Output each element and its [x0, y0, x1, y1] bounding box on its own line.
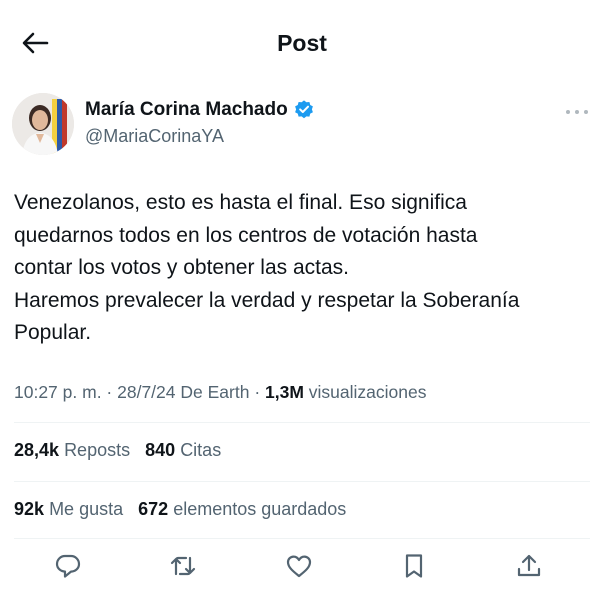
author-handle[interactable]: @MariaCorinaYA — [85, 126, 224, 147]
reposts-count: 28,4k — [14, 440, 60, 460]
bookmarks-count: 672 — [138, 499, 169, 519]
more-options-button[interactable] — [562, 97, 590, 127]
quotes-label: Citas — [180, 440, 222, 460]
divider — [14, 538, 590, 539]
avatar-image — [12, 93, 74, 155]
meta-separator: · — [249, 382, 266, 402]
reply-icon — [55, 554, 81, 578]
meta-separator: · — [101, 382, 118, 402]
divider — [14, 422, 590, 423]
views-count: 1,3M — [265, 382, 304, 402]
share-icon — [517, 554, 541, 577]
top-bar: Post — [0, 0, 590, 84]
reposts-stat[interactable]: 28,4k Reposts — [14, 440, 130, 460]
likes-label: Me gusta — [49, 499, 124, 519]
verified-badge-icon — [294, 100, 313, 119]
repost-icon — [170, 556, 196, 576]
stats-row-likes: 92k Me gusta 672 elementos guardados — [14, 499, 356, 520]
stats-row-reposts: 28,4k Reposts 840 Citas — [14, 440, 231, 461]
tweet-time[interactable]: 10:27 p. m. — [14, 382, 102, 402]
quotes-stat[interactable]: 840 Citas — [145, 440, 221, 460]
bookmarks-label: elementos guardados — [173, 499, 347, 519]
views-label: visualizaciones — [308, 382, 427, 402]
author-block: María Corina Machado @MariaCorinaYA — [12, 93, 588, 157]
tweet-text: Venezolanos, esto es hasta el final. Eso… — [14, 191, 520, 344]
quotes-count: 840 — [145, 440, 176, 460]
divider — [14, 481, 590, 482]
likes-stat[interactable]: 92k Me gusta — [14, 499, 123, 519]
bookmark-button[interactable] — [396, 548, 432, 584]
avatar[interactable] — [12, 93, 74, 155]
likes-count: 92k — [14, 499, 45, 519]
page-title: Post — [277, 30, 327, 56]
repost-button[interactable] — [165, 548, 201, 584]
like-button[interactable] — [281, 548, 317, 584]
bookmarks-stat[interactable]: 672 elementos guardados — [138, 499, 346, 519]
reply-button[interactable] — [50, 548, 86, 584]
tweet-meta: 10:27 p. m. · 28/7/24 De Earth · 1,3M vi… — [14, 382, 427, 403]
heart-icon — [286, 555, 312, 578]
share-button[interactable] — [511, 548, 547, 584]
action-bar — [0, 548, 590, 590]
bookmark-icon — [405, 554, 423, 578]
tweet-source: De Earth — [180, 382, 250, 402]
tweet-date[interactable]: 28/7/24 — [117, 382, 175, 402]
author-name-row[interactable]: María Corina Machado — [85, 99, 315, 121]
author-name: María Corina Machado — [85, 99, 288, 120]
more-horizontal-icon — [566, 110, 588, 114]
reposts-label: Reposts — [64, 440, 131, 460]
